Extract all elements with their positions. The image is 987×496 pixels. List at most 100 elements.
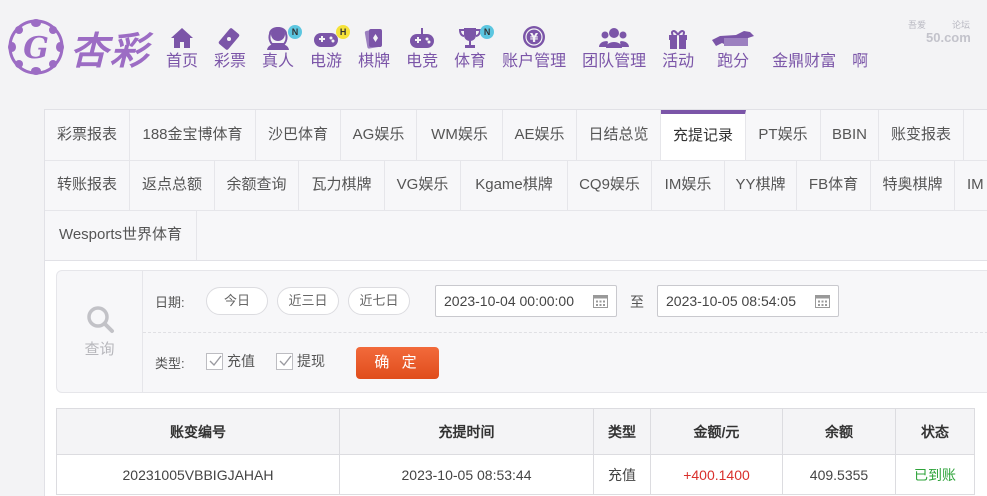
nav-label: 首页 [166, 53, 199, 70]
tab-wm[interactable]: WM娱乐 [417, 110, 503, 160]
tab-bbin[interactable]: BBIN [821, 110, 879, 160]
nav-label: 电竞 [406, 53, 439, 70]
nav-item-home[interactable]: 首页 [158, 22, 206, 78]
tab-deposit-withdraw-records[interactable]: 充提记录 [661, 110, 746, 160]
end-date-input[interactable]: 2023-10-05 08:54:05 [657, 285, 839, 317]
tab-188-sports[interactable]: 188金宝博体育 [130, 110, 256, 160]
tab-wesports[interactable]: Wesports世界体育 [45, 210, 197, 260]
yen-coin-icon: ¥ [523, 26, 546, 48]
nav-item-slots[interactable]: H 电游 [302, 22, 351, 78]
svg-text:¥: ¥ [530, 31, 539, 45]
hot-badge: H [336, 25, 351, 39]
nav-item-run[interactable]: 跑分 [702, 22, 764, 78]
tab-fb-sports[interactable]: FB体育 [797, 160, 871, 210]
tab-cq9[interactable]: CQ9娱乐 [568, 160, 652, 210]
tab-vg[interactable]: VG娱乐 [385, 160, 461, 210]
check-icon [209, 355, 222, 366]
col-header: 余额 [782, 408, 896, 455]
check-icon [279, 355, 292, 366]
tab-lottery-report[interactable]: 彩票报表 [45, 110, 130, 160]
nav-item-more[interactable]: 啊 [844, 22, 876, 78]
logo-text: 杏彩 [70, 27, 151, 73]
deposit-label: 充值 [227, 353, 255, 369]
logo-mark-icon: G [8, 19, 64, 75]
calendar-icon[interactable] [815, 294, 830, 308]
search-icon [86, 306, 114, 333]
table-row: 20231005VBBIGJAHAH 2023-10-05 08:53:44 充… [56, 454, 975, 495]
withdraw-checkbox[interactable]: 提现 [276, 351, 325, 371]
nav-item-wealth[interactable]: 金鼎财富 [764, 22, 844, 78]
search-button[interactable]: 查询 [57, 271, 143, 392]
home-icon [171, 28, 193, 48]
to-label: 至 [630, 294, 644, 310]
record-time: 2023-10-05 08:53:44 [339, 454, 594, 495]
tab-wali-chess[interactable]: 瓦力棋牌 [299, 160, 385, 210]
nav-label: 棋牌 [358, 53, 391, 70]
last-3-days-button[interactable]: 近三日 [277, 287, 339, 315]
svg-text:G: G [23, 31, 49, 66]
nav-item-sports[interactable]: N 体育 [446, 22, 495, 78]
report-panel: 彩票报表 188金宝博体育 沙巴体育 AG娱乐 WM娱乐 AE娱乐 日结总览 充… [44, 109, 987, 496]
nav-item-chess[interactable]: 棋牌 [350, 22, 398, 78]
new-badge: N [288, 25, 303, 39]
forum-watermark: 吾爱 论坛 50.com [898, 18, 982, 54]
nav-label: 体育 [454, 53, 487, 70]
col-header: 账变编号 [56, 408, 340, 455]
checkbox-box [276, 352, 293, 370]
tab-account-change-report[interactable]: 账变报表 [879, 110, 964, 160]
tab-balance-query[interactable]: 余额查询 [215, 160, 299, 210]
tab-im-more[interactable]: IM [955, 160, 987, 210]
records-table: 账变编号 充提时间 类型 金额/元 余额 状态 20231005VBBIGJAH… [56, 408, 975, 495]
today-button[interactable]: 今日 [206, 287, 268, 315]
nav-item-lottery[interactable]: 彩票 [206, 22, 254, 78]
record-amount: +400.1400 [650, 454, 783, 495]
withdraw-label: 提现 [297, 353, 325, 369]
query-row-divider [143, 332, 987, 333]
tab-pt[interactable]: PT娱乐 [746, 110, 821, 160]
type-label: 类型: [155, 356, 185, 371]
report-tabs: 彩票报表 188金宝博体育 沙巴体育 AG娱乐 WM娱乐 AE娱乐 日结总览 充… [45, 110, 987, 261]
record-balance: 409.5355 [782, 454, 896, 495]
nav-label: 活动 [662, 53, 695, 70]
nav-item-account[interactable]: ¥ 账户管理 [494, 22, 574, 78]
tab-saba-sports[interactable]: 沙巴体育 [256, 110, 341, 160]
col-header: 充提时间 [339, 408, 594, 455]
nav-label: 真人 [262, 53, 295, 70]
nav-item-esports[interactable]: 电竞 [398, 22, 446, 78]
last-7-days-button[interactable]: 近七日 [348, 287, 410, 315]
nav-item-events[interactable]: 活动 [654, 22, 702, 78]
calendar-icon[interactable] [593, 294, 608, 308]
tab-kgame-chess[interactable]: Kgame棋牌 [461, 160, 568, 210]
record-type: 充值 [593, 454, 651, 495]
nav-label: 啊 [852, 53, 869, 70]
col-header: 状态 [895, 408, 975, 455]
tab-yy-chess[interactable]: YY棋牌 [725, 160, 797, 210]
confirm-button[interactable]: 确 定 [356, 347, 439, 379]
record-id: 20231005VBBIGJAHAH [56, 454, 340, 495]
nav-label: 金鼎财富 [772, 53, 837, 70]
tab-teaao-chess[interactable]: 特奥棋牌 [871, 160, 955, 210]
tab-daily-summary[interactable]: 日结总览 [577, 110, 661, 160]
nav-label: 跑分 [717, 53, 750, 70]
tab-ag[interactable]: AG娱乐 [341, 110, 417, 160]
record-status: 已到账 [895, 454, 975, 495]
cards-icon [364, 29, 383, 49]
watermark-text: 吾爱 [908, 20, 927, 30]
lottery-ticket-icon [218, 28, 240, 50]
nav-label: 团队管理 [582, 53, 647, 70]
nav-item-team[interactable]: 团队管理 [574, 22, 654, 78]
deposit-checkbox[interactable]: 充值 [206, 351, 255, 371]
tab-transfer-report[interactable]: 转账报表 [45, 160, 130, 210]
checkbox-box [206, 352, 223, 370]
tab-rebate-total[interactable]: 返点总额 [130, 160, 215, 210]
table-header-row: 账变编号 充提时间 类型 金额/元 余额 状态 [56, 408, 975, 455]
query-form: 查询 日期: 今日 近三日 近七日 2023-10-04 00:00:00 至 … [56, 270, 987, 393]
start-date-input[interactable]: 2023-10-04 00:00:00 [435, 285, 617, 317]
tab-im[interactable]: IM娱乐 [652, 160, 725, 210]
start-date-value: 2023-10-04 00:00:00 [444, 293, 574, 309]
nav-item-live[interactable]: N 真人 [254, 22, 303, 78]
tab-ae[interactable]: AE娱乐 [503, 110, 577, 160]
site-logo[interactable]: G 杏彩 [6, 14, 158, 80]
top-header: G 杏彩 首页 彩票 N 真人 H 电游 棋牌 电竞 N 体育 ¥ 账户管理 团… [0, 0, 987, 92]
col-header: 金额/元 [650, 408, 783, 455]
